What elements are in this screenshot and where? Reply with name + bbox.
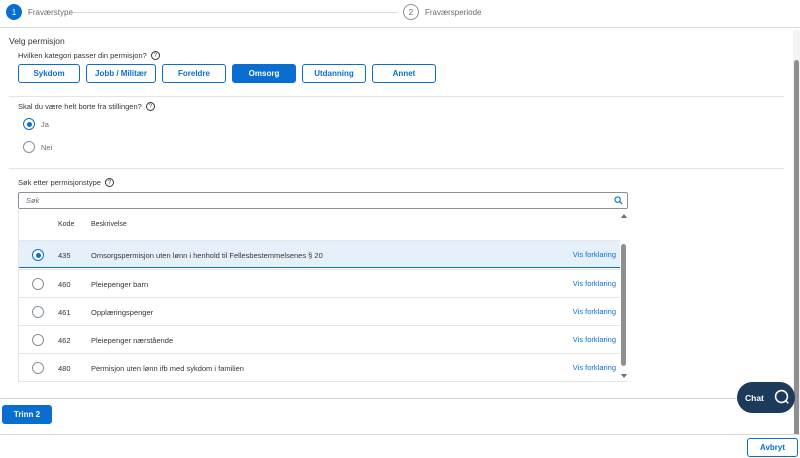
row-code: 435 <box>58 251 71 260</box>
search-label-text: Søk etter permisjonstype <box>18 178 101 187</box>
absence-option-ja[interactable]: Ja <box>23 118 49 130</box>
step-label: Fraværsperiode <box>425 7 482 17</box>
page-scrollbar[interactable] <box>793 30 800 440</box>
scroll-down-icon[interactable] <box>621 374 627 378</box>
row-radio-button[interactable] <box>32 306 44 318</box>
chat-button[interactable]: Chat <box>737 382 795 413</box>
chat-bubble-icon <box>773 388 790 407</box>
radio-label: Ja <box>41 119 49 129</box>
row-description: Pleiepenger barn <box>91 280 149 289</box>
absence-question: Skal du være helt borte fra stillingen? … <box>18 102 155 111</box>
vis-forklaring-link[interactable]: Vis forklaring <box>573 363 616 372</box>
vis-forklaring-link[interactable]: Vis forklaring <box>573 279 616 288</box>
category-question: Hvilken kategori passer din permisjon? ? <box>18 51 160 60</box>
page-scrollbar-thumb[interactable] <box>794 60 799 440</box>
row-code: 480 <box>58 364 71 373</box>
absence-option-nei[interactable]: Nei <box>23 141 52 153</box>
table-scrollbar-thumb[interactable] <box>621 244 626 366</box>
row-code: 462 <box>58 336 71 345</box>
wizard-step-1[interactable]: 1 Fraværstype <box>6 4 73 20</box>
category-jobb-militaer-button[interactable]: Jobb / Militær <box>86 64 156 83</box>
table-row[interactable]: 480 Permisjon uten lønn ifb med sykdom i… <box>19 353 620 381</box>
column-header-kode: Kode <box>58 221 75 228</box>
table-scrollbar[interactable] <box>620 210 628 382</box>
row-description: Omsorgspermisjon uten lønn i henhold til… <box>91 251 323 260</box>
permission-type-table: Kode Beskrivelse 435 Omsorgspermisjon ut… <box>18 210 628 382</box>
wizard-step-2[interactable]: 2 Fraværsperiode <box>403 4 481 20</box>
absence-question-text: Skal du være helt borte fra stillingen? <box>18 102 142 111</box>
row-radio-button[interactable] <box>32 278 44 290</box>
table-row[interactable]: 460 Pleiepenger barn Vis forklaring <box>19 269 620 297</box>
category-sykdom-button[interactable]: Sykdom <box>18 64 80 83</box>
row-radio-button[interactable] <box>32 362 44 374</box>
help-icon[interactable]: ? <box>145 102 155 111</box>
vis-forklaring-link[interactable]: Vis forklaring <box>573 250 616 259</box>
divider <box>9 168 784 169</box>
avbryt-button[interactable]: Avbryt <box>747 438 798 457</box>
category-annet-button[interactable]: Annet <box>372 64 436 83</box>
step-number: 1 <box>6 4 22 20</box>
wizard-step-connector <box>72 12 398 13</box>
vis-forklaring-link[interactable]: Vis forklaring <box>573 307 616 316</box>
divider <box>9 96 784 97</box>
step-label: Fraværstype <box>28 7 73 17</box>
category-button-group: Sykdom Jobb / Militær Foreldre Omsorg Ut… <box>18 64 442 83</box>
row-description: Permisjon uten lønn ifb med sykdom i fam… <box>91 364 244 373</box>
row-code: 460 <box>58 280 71 289</box>
vis-forklaring-link[interactable]: Vis forklaring <box>573 335 616 344</box>
category-utdanning-button[interactable]: Utdanning <box>302 64 366 83</box>
table-row[interactable]: 435 Omsorgspermisjon uten lønn i henhold… <box>19 240 620 268</box>
chat-label: Chat <box>745 392 764 403</box>
table-header: Kode Beskrivelse <box>19 210 619 240</box>
search-icon[interactable] <box>609 196 627 205</box>
row-code: 461 <box>58 308 71 317</box>
row-radio-button[interactable] <box>32 334 44 346</box>
divider <box>0 398 793 399</box>
wizard-header: 1 Fraværstype 2 Fraværsperiode <box>0 0 800 28</box>
step-number: 2 <box>403 4 419 20</box>
help-icon[interactable]: ? <box>150 51 160 60</box>
radio-label: Nei <box>41 142 53 152</box>
table-row[interactable]: 461 Opplæringspenger Vis forklaring <box>19 297 620 325</box>
search-label: Søk etter permisjonstype ? <box>18 178 114 187</box>
scroll-up-icon[interactable] <box>621 214 627 218</box>
trinn-2-button[interactable]: Trinn 2 <box>2 405 52 424</box>
section-title: Velg permisjon <box>9 36 65 46</box>
column-header-beskrivelse: Beskrivelse <box>91 221 127 228</box>
row-radio-button[interactable] <box>32 249 44 261</box>
table-row[interactable]: 462 Pleiepenger nærstående Vis forklarin… <box>19 325 620 353</box>
footer-bar <box>0 434 800 458</box>
row-description: Pleiepenger nærstående <box>91 336 174 345</box>
category-omsorg-button[interactable]: Omsorg <box>232 64 296 83</box>
radio-button[interactable] <box>23 118 35 130</box>
search-field[interactable] <box>18 192 628 209</box>
category-foreldre-button[interactable]: Foreldre <box>162 64 226 83</box>
radio-button[interactable] <box>23 141 35 153</box>
search-input[interactable] <box>19 196 609 205</box>
category-question-text: Hvilken kategori passer din permisjon? <box>18 51 147 60</box>
help-icon[interactable]: ? <box>104 178 114 187</box>
row-description: Opplæringspenger <box>91 308 154 317</box>
